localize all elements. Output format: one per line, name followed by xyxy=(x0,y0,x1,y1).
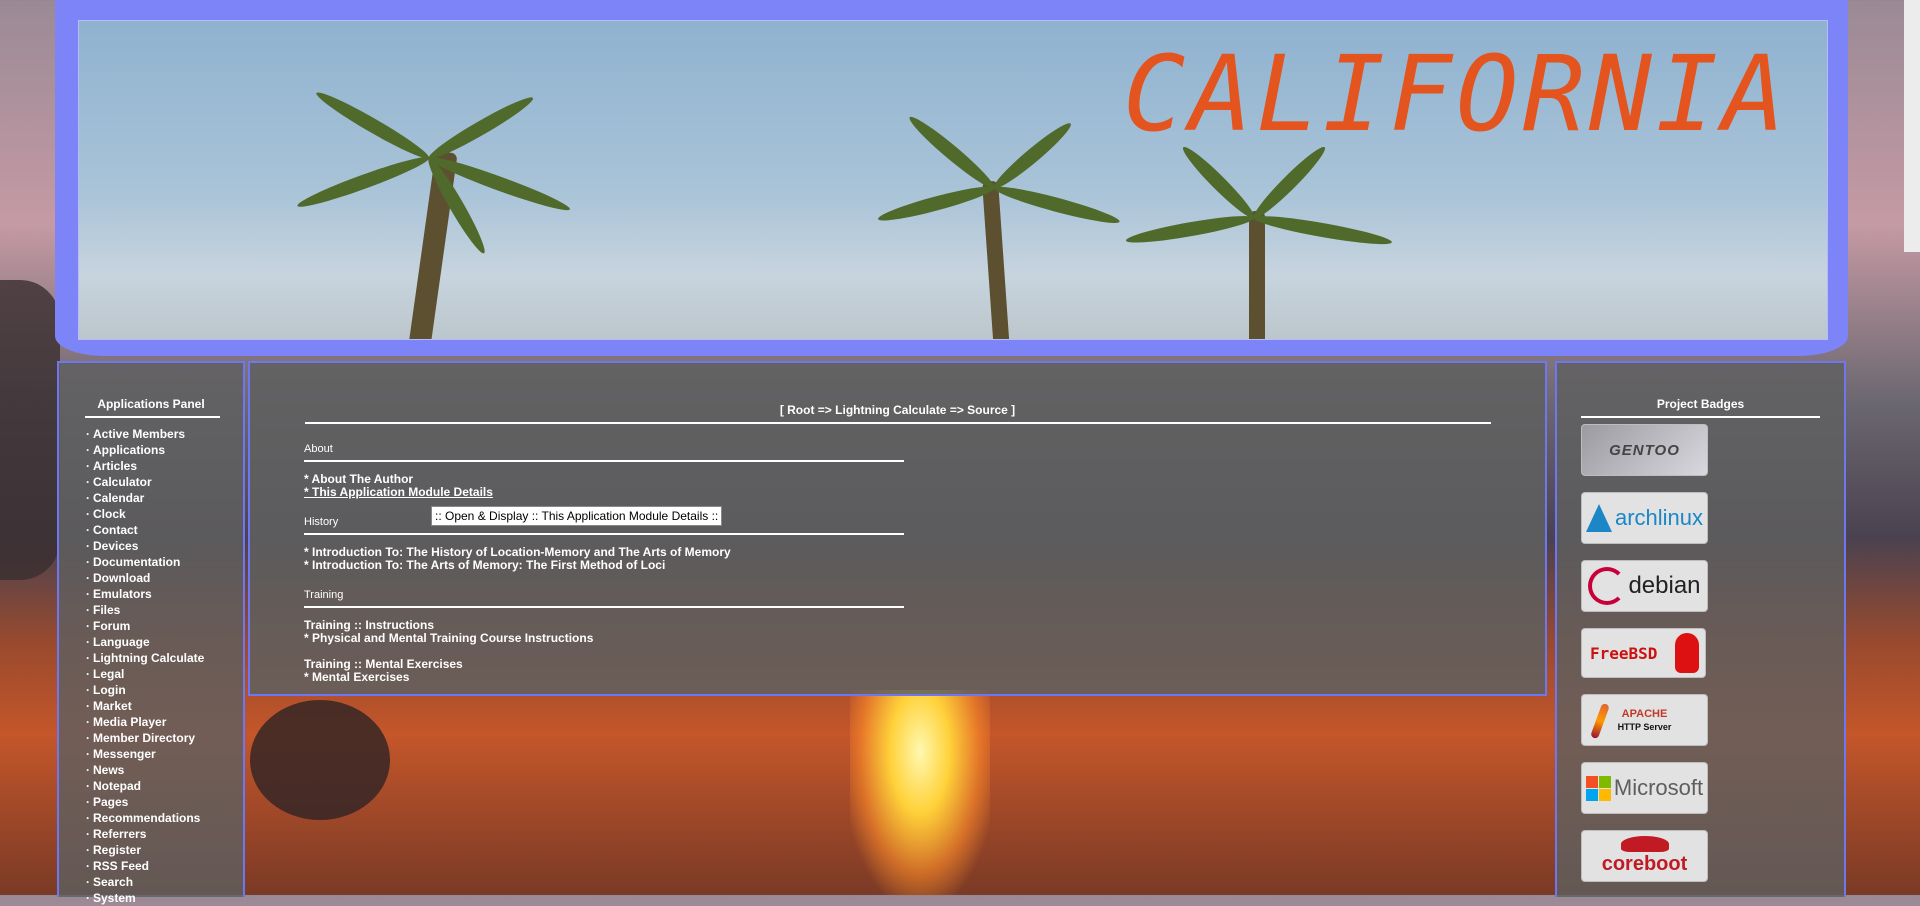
badge-list: GENTOO archlinux debian FreeBSD APACHE HT… xyxy=(1581,424,1844,882)
breadcrumb: [ Root => Lightning Calculate => Source … xyxy=(779,403,1016,417)
divider xyxy=(305,422,1491,424)
divider xyxy=(85,416,220,418)
sidebar-item-devices[interactable]: · Devices xyxy=(86,538,243,554)
sidebar-item-forum[interactable]: · Forum xyxy=(86,618,243,634)
sidebar-item-active-members[interactable]: · Active Members xyxy=(86,426,243,442)
badge-archlinux[interactable]: archlinux xyxy=(1581,492,1708,544)
sidebar-item-media-player[interactable]: · Media Player xyxy=(86,714,243,730)
sidebar-item-lightning-calculate[interactable]: · Lightning Calculate xyxy=(86,650,243,666)
header-title: CALIFORNIA xyxy=(1122,33,1789,155)
divider xyxy=(1581,416,1820,418)
sidebar-item-applications[interactable]: · Applications xyxy=(86,442,243,458)
header-banner: CALIFORNIA xyxy=(78,20,1828,340)
sun-reflection xyxy=(850,690,990,895)
sidebar-item-member-directory[interactable]: · Member Directory xyxy=(86,730,243,746)
sidebar-item-login[interactable]: · Login xyxy=(86,682,243,698)
sidebar-item-legal[interactable]: · Legal xyxy=(86,666,243,682)
sidebar-item-register[interactable]: · Register xyxy=(86,842,243,858)
badge-gentoo[interactable]: GENTOO xyxy=(1581,424,1708,476)
sidebar-item-articles[interactable]: · Articles xyxy=(86,458,243,474)
link-tooltip: :: Open & Display :: This Application Mo… xyxy=(431,506,723,526)
content-body: About * About The Author * This Applicat… xyxy=(304,443,904,684)
sidebar-item-download[interactable]: · Download xyxy=(86,570,243,586)
link-training-course-instructions[interactable]: * Physical and Mental Training Course In… xyxy=(304,632,904,645)
sidebar-item-rss-feed[interactable]: · RSS Feed xyxy=(86,858,243,874)
applications-panel-title: Applications Panel xyxy=(97,397,205,411)
bsd-daemon-icon xyxy=(1675,633,1699,673)
badge-freebsd[interactable]: FreeBSD xyxy=(1581,628,1706,678)
link-application-module-details[interactable]: * This Application Module Details xyxy=(304,486,904,499)
microsoft-logo-icon xyxy=(1585,775,1611,801)
coreboot-bird-icon xyxy=(1620,836,1669,852)
section-title-about: About xyxy=(304,443,904,462)
sidebar-item-clock[interactable]: · Clock xyxy=(86,506,243,522)
sidebar-item-messenger[interactable]: · Messenger xyxy=(86,746,243,762)
sidebar-item-calendar[interactable]: · Calendar xyxy=(86,490,243,506)
section-title-training: Training xyxy=(304,589,904,608)
sidebar-item-pages[interactable]: · Pages xyxy=(86,794,243,810)
sidebar-item-system[interactable]: · System xyxy=(86,890,243,906)
link-mental-exercises[interactable]: * Mental Exercises xyxy=(304,671,904,684)
badge-apache[interactable]: APACHE HTTP Server xyxy=(1581,694,1708,746)
arch-logo-icon xyxy=(1585,504,1612,532)
sidebar-item-contact[interactable]: · Contact xyxy=(86,522,243,538)
sidebar-item-news[interactable]: · News xyxy=(86,762,243,778)
header-frame: CALIFORNIA xyxy=(55,0,1848,356)
applications-panel: Applications Panel · Active Members · Appl… xyxy=(57,361,245,905)
background-rock-2 xyxy=(250,700,390,820)
sidebar-item-referrers[interactable]: · Referrers xyxy=(86,826,243,842)
link-first-method-of-loci[interactable]: * Introduction To: The Arts of Memory: T… xyxy=(304,559,904,572)
project-badges-panel: Project Badges GENTOO archlinux debian F… xyxy=(1555,361,1846,897)
sidebar-item-language[interactable]: · Language xyxy=(86,634,243,650)
applications-list: · Active Members · Applications · Articles … xyxy=(86,426,243,906)
badge-debian[interactable]: debian xyxy=(1581,560,1708,612)
sidebar-item-calculator[interactable]: · Calculator xyxy=(86,474,243,490)
sidebar-item-documentation[interactable]: · Documentation xyxy=(86,554,243,570)
sidebar-item-files[interactable]: · Files xyxy=(86,602,243,618)
background-rock xyxy=(0,280,60,580)
debian-swirl-icon xyxy=(1588,567,1627,605)
sidebar-item-search[interactable]: · Search xyxy=(86,874,243,890)
apache-feather-icon xyxy=(1590,702,1610,740)
main-content: [ Root => Lightning Calculate => Source … xyxy=(248,361,1547,696)
project-badges-title: Project Badges xyxy=(1656,397,1745,411)
badge-microsoft[interactable]: Microsoft xyxy=(1581,762,1708,814)
page-scrollbar[interactable] xyxy=(1904,0,1920,252)
sidebar-item-emulators[interactable]: · Emulators xyxy=(86,586,243,602)
sidebar-item-recommendations[interactable]: · Recommendations xyxy=(86,810,243,826)
sidebar-item-market[interactable]: · Market xyxy=(86,698,243,714)
badge-coreboot[interactable]: coreboot xyxy=(1581,830,1708,882)
sidebar-item-notepad[interactable]: · Notepad xyxy=(86,778,243,794)
